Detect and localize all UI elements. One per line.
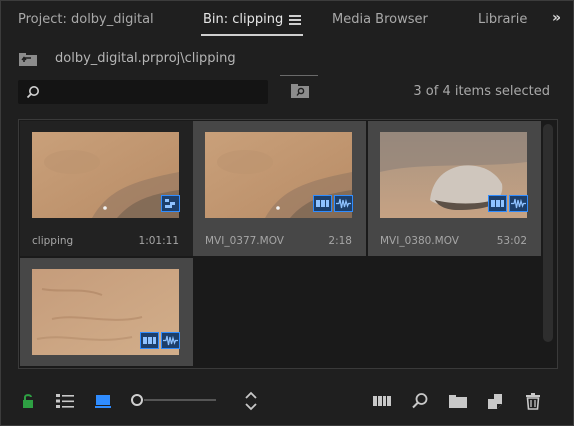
bin-path: dolby_digital.prproj\clipping	[55, 51, 236, 66]
parent-bin-icon[interactable]	[18, 51, 38, 67]
tab-bar: Project: dolby_digital Bin: clipping Med…	[1, 1, 573, 41]
bottom-toolbar	[1, 383, 573, 419]
search-input[interactable]	[48, 82, 262, 104]
sequence-icon	[161, 195, 180, 212]
item-duration: 2:18	[328, 235, 352, 247]
project-bin-panel: Project: dolby_digital Bin: clipping Med…	[0, 0, 574, 426]
video-icon	[140, 332, 159, 349]
item-name: MVI_0377.MOV	[205, 235, 284, 247]
bin-item-mvi-0380[interactable]: MVI_0380.MOV 53:02	[368, 121, 541, 256]
item-duration: 53:02	[496, 235, 527, 247]
search-icon	[26, 86, 39, 99]
active-tab-underline	[201, 34, 303, 36]
audio-icon	[334, 195, 353, 212]
bin-item-mvi-0377[interactable]: MVI_0377.MOV 2:18	[193, 121, 366, 256]
video-icon	[488, 195, 507, 212]
icon-view-icon[interactable]	[92, 390, 114, 412]
tab-bin-clipping[interactable]: Bin: clipping	[203, 12, 283, 27]
list-view-icon[interactable]	[54, 390, 76, 412]
item-badges	[161, 195, 180, 212]
item-badges	[313, 195, 353, 212]
panel-menu-icon[interactable]	[289, 15, 301, 25]
item-badges	[488, 195, 528, 212]
item-name: clipping	[32, 235, 74, 247]
tab-project[interactable]: Project: dolby_digital	[18, 12, 154, 27]
audio-icon	[509, 195, 528, 212]
zoom-slider-track[interactable]	[144, 399, 216, 401]
tab-overflow-icon[interactable]: »	[552, 10, 561, 26]
bin-icon-grid: clipping 1:01:11 MVI_0377.MOV 2:18 MVI_0…	[18, 119, 558, 369]
audio-icon	[161, 332, 180, 349]
automate-to-sequence-icon[interactable]	[371, 390, 393, 412]
sort-icon[interactable]	[240, 390, 262, 412]
find-icon[interactable]	[409, 390, 431, 412]
search-box[interactable]	[18, 80, 268, 104]
item-badges	[140, 332, 180, 349]
selection-count: 3 of 4 items selected	[413, 84, 550, 99]
search-bin-icon	[291, 84, 309, 98]
clip-thumbnail	[32, 132, 179, 218]
video-icon	[313, 195, 332, 212]
bin-item-clip-4[interactable]	[20, 258, 193, 366]
new-search-bin-button[interactable]	[280, 75, 318, 103]
zoom-slider[interactable]	[131, 394, 143, 406]
tab-libraries[interactable]: Librarie	[478, 12, 527, 27]
new-item-icon[interactable]	[484, 390, 506, 412]
tab-media-browser[interactable]: Media Browser	[332, 12, 428, 27]
new-bin-icon[interactable]	[447, 390, 469, 412]
bin-item-clipping[interactable]: clipping 1:01:11	[20, 121, 193, 256]
item-duration: 1:01:11	[138, 235, 179, 247]
item-name: MVI_0380.MOV	[380, 235, 459, 247]
trash-icon[interactable]	[522, 390, 544, 412]
lock-icon[interactable]	[17, 390, 39, 412]
grid-scrollbar[interactable]	[543, 124, 553, 342]
